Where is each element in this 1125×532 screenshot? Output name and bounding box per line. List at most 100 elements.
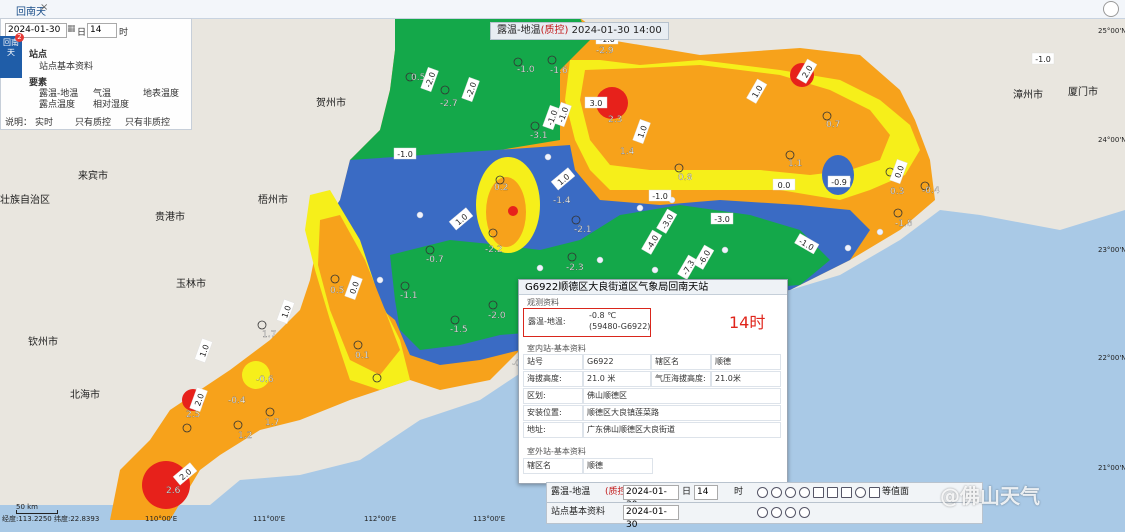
- row1-v2: 21.0米: [711, 371, 781, 387]
- address-label: 地址:: [523, 422, 583, 438]
- outdoor-key: 辖区名: [523, 458, 583, 474]
- row1-k2: 气压海拔高度:: [651, 371, 711, 387]
- place-label: 来宾市: [78, 169, 108, 182]
- hour-input[interactable]: 14: [87, 23, 117, 38]
- row1-k1: 海拔高度:: [523, 371, 583, 387]
- place-label: 北海市: [70, 388, 100, 401]
- station-value-label: 0.7: [826, 120, 840, 130]
- obs-label: 露温-地温:: [528, 317, 566, 326]
- station-basic-checkbox[interactable]: 站点基本资料: [39, 59, 93, 72]
- station-value-label: 2.5: [186, 410, 200, 420]
- station-value-label: -2.7: [440, 99, 458, 109]
- contour-label: -1.0: [1031, 52, 1055, 65]
- image-icon[interactable]: [869, 487, 880, 498]
- contour-label: -0.9: [827, 175, 851, 188]
- lat-label: 23°00'N: [1098, 246, 1125, 254]
- station-value-label: -2.3: [566, 263, 584, 273]
- station-value-label: -2.9: [596, 46, 614, 56]
- close-icon[interactable]: ×: [40, 2, 48, 13]
- doc-icon[interactable]: [827, 487, 838, 498]
- legend-nonqc-only: 只有非质控: [125, 118, 171, 128]
- lock-icon[interactable]: [813, 487, 824, 498]
- contour-label-text: 3.0: [590, 99, 603, 108]
- notification-badge: 2: [15, 33, 24, 42]
- station-value-label: -2.2: [485, 245, 503, 255]
- contour-label: 3.0: [584, 96, 608, 109]
- lat-label: 21°00'N: [1098, 464, 1125, 472]
- calendar-icon[interactable]: ▦: [67, 24, 77, 34]
- contour-label-text: -0.9: [831, 178, 847, 187]
- layer2-name[interactable]: 站点基本资料: [551, 503, 605, 521]
- contour-label-text: -1.0: [397, 150, 413, 159]
- lat-label: 25°00'N: [1098, 27, 1125, 35]
- station-value-label: 1.1: [788, 159, 802, 169]
- window-control-icon[interactable]: [1103, 1, 1119, 17]
- station-popup: G6922顺德区大良街道区气象局回南天站 观测资料 露温-地温: -0.8 ℃ …: [518, 279, 788, 484]
- clock-icon-2[interactable]: [771, 507, 782, 518]
- install-value: 顺德区大良镇莲菜路: [583, 405, 781, 421]
- drop-icon[interactable]: [855, 487, 866, 498]
- layer1-name[interactable]: 露温-地温: [551, 483, 590, 501]
- legend-qc-only: 只有质控: [75, 118, 112, 128]
- place-label: 厦门市: [1068, 85, 1098, 98]
- obs-sub: (59480-G6922): [589, 322, 651, 331]
- station-value-label: -1.4: [553, 196, 571, 206]
- district-value: 佛山顺德区: [583, 388, 781, 404]
- place-label: 玉林市: [176, 277, 206, 290]
- contour-label-text: -1.0: [652, 192, 668, 201]
- place-label: 钦州市: [28, 335, 58, 348]
- contour-label-text: -1.0: [1035, 55, 1051, 64]
- station-value-label: 2.3: [608, 115, 622, 125]
- station-value-label: -0.7: [426, 255, 444, 265]
- station-value-label: 0.2: [494, 183, 508, 193]
- lon-label: 110°00'E: [145, 515, 177, 523]
- indoor-section: 室内站-基本资料: [527, 344, 586, 353]
- station-value-label: -0.4: [228, 396, 246, 406]
- place-label: 贺州市: [316, 96, 346, 109]
- place-label: 壮族自治区: [0, 193, 50, 206]
- lon-label: 111°00'E: [253, 515, 285, 523]
- app-logo[interactable]: 回南天 2: [0, 33, 24, 78]
- station-value-label: 0.1: [355, 351, 369, 361]
- contour-label-text: 0.0: [778, 181, 791, 190]
- outdoor-value: 顺德: [583, 458, 653, 474]
- eye-icon[interactable]: [757, 487, 768, 498]
- contour-label: -1.0: [393, 147, 417, 160]
- element-surface-temp[interactable]: 地表温度: [143, 86, 179, 99]
- watermark: @佛山天气: [940, 484, 1040, 508]
- place-label: 贵港市: [155, 210, 185, 223]
- clock-icon[interactable]: [771, 487, 782, 498]
- layer1-day: 日: [682, 487, 692, 497]
- hour-unit-label: 时: [119, 28, 129, 38]
- contour-label: 0.0: [772, 178, 796, 191]
- layer-bar-2: 站点基本资料 2024-01-30: [546, 502, 983, 530]
- table-icon[interactable]: [841, 487, 852, 498]
- up-icon[interactable]: [799, 487, 810, 498]
- layer2-date[interactable]: 2024-01-30: [623, 505, 679, 530]
- down-icon[interactable]: [785, 487, 796, 498]
- contour-mode[interactable]: 等值面: [882, 483, 909, 501]
- element-dewpoint[interactable]: 露点温度: [39, 97, 75, 110]
- station-value-label: -1.0: [517, 65, 535, 75]
- layer1-hour-unit: 时: [734, 487, 744, 497]
- obs-value: -0.8 ℃: [589, 311, 617, 320]
- contour-label: -1.0: [648, 189, 672, 202]
- map-title: 露温-地温(质控) 2024-01-30 14:00: [490, 22, 669, 40]
- layer1-date[interactable]: 2024-01-30: [623, 485, 679, 510]
- address-value: 广东佛山顺德区大良街道: [583, 422, 781, 438]
- top-tab-bar: 回南天 ×: [0, 0, 1125, 19]
- map-title-time: 2024-01-30 14:00: [571, 25, 662, 36]
- row0-v2: 顺德: [711, 354, 781, 370]
- layer1-hour[interactable]: 14: [694, 485, 718, 500]
- up-icon-2[interactable]: [799, 507, 810, 518]
- station-value-label: -1.5: [450, 325, 468, 335]
- cursor-coords: 经度:113.2250 纬度:22.8393: [2, 515, 100, 523]
- lat-label: 24°00'N: [1098, 136, 1125, 144]
- eye-icon-2[interactable]: [757, 507, 768, 518]
- hour-badge: 14时: [729, 313, 766, 332]
- element-humidity[interactable]: 相对湿度: [93, 97, 129, 110]
- row0-v1: G6922: [583, 354, 651, 370]
- legend-realtime: 实时: [35, 118, 54, 128]
- station-value-label: -0.4: [922, 186, 940, 196]
- down-icon-2[interactable]: [785, 507, 796, 518]
